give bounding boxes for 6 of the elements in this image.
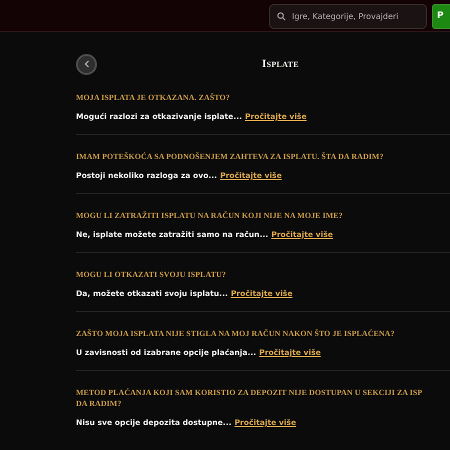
page-title: Isplate [262, 58, 299, 70]
chevron-left-icon [84, 60, 90, 68]
header-button[interactable]: P [432, 4, 450, 28]
search-field[interactable]: Igre, Kategorije, Provajderi [269, 4, 427, 28]
search-icon [277, 12, 286, 20]
back-button[interactable] [76, 54, 97, 74]
